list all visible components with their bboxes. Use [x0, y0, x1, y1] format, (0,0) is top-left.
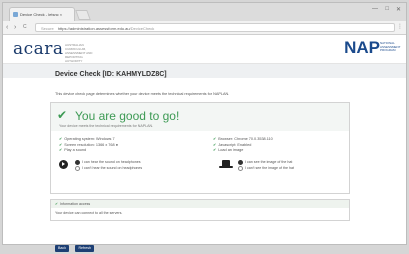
radio-unselected[interactable] [75, 165, 80, 171]
tab-strip: Device Check - letsnc × — □ ✕ [3, 3, 406, 21]
result-subtitle: Your device meets the technical requirem… [59, 124, 154, 128]
info-icon[interactable]: ● [116, 143, 118, 147]
check-icon: ✔ [213, 148, 217, 153]
browser-tab[interactable]: Device Check - letsnc × [9, 7, 75, 21]
site-header: acara AUSTRALIAN CURRICULUM, ASSESSMENT … [3, 35, 406, 64]
page-title: Device Check [ID: KAHMYLDZ8C] [55, 71, 167, 78]
check-image: ✔ Load an image [213, 148, 244, 153]
tab-title: Device Check - letsnc × [20, 12, 63, 17]
check-icon: ✔ [213, 137, 217, 141]
url-host: https://administration.assessform.edu.au [57, 26, 130, 31]
intro-text: This device check page determines whethe… [55, 92, 230, 96]
check-icon: ✔ [59, 137, 63, 141]
browser-toolbar: ‹ › C Secure https://administration.asse… [3, 21, 406, 35]
back-button[interactable]: Back [55, 245, 69, 252]
acara-tagline: AUSTRALIAN CURRICULUM, ASSESSMENT AND RE… [65, 43, 93, 63]
url-path: /DeviceCheck [129, 26, 155, 31]
check-icon: ✔ [59, 142, 63, 147]
nap-tagline: NATIONAL ASSESSMENT PROGRAM [380, 41, 401, 53]
result-title: You are good to go! [75, 109, 180, 123]
checks-right: ✔ Browser: Chrome 70.0.3538.110 ✔ Javascri… [213, 137, 273, 154]
radio-selected[interactable] [75, 159, 80, 165]
device-check-panel: ✔ You are good to go! Your device meets … [50, 102, 350, 194]
secure-label: Secure [41, 26, 54, 31]
checks-left: ✔ Operating system: Windows 7 ✔ Screen res… [59, 137, 118, 154]
refresh-button[interactable]: Refresh [75, 245, 95, 252]
new-tab-button[interactable] [75, 10, 91, 20]
hat-image-icon [219, 160, 233, 169]
address-bar[interactable]: Secure https://administration.assessform… [35, 23, 395, 32]
server-check-heading: ✔ Information access [51, 200, 349, 208]
play-sound-icon[interactable] [59, 160, 68, 169]
nap-logo[interactable]: NAP [344, 38, 380, 58]
check-icon: ✔ [55, 202, 59, 206]
image-no-option[interactable]: I can't see the image of the hat [238, 165, 294, 171]
server-check-panel: ✔ Information access Your device can conn… [50, 199, 350, 221]
reload-icon[interactable]: C [23, 23, 27, 32]
radio-unselected[interactable] [238, 165, 243, 171]
check-icon: ✔ [57, 108, 68, 122]
sound-no-option[interactable]: I can't hear the sound on headphones [75, 165, 142, 171]
server-check-body: Your device can connect to all the serve… [55, 211, 123, 215]
check-icon: ✔ [213, 142, 217, 147]
image-options: I can see the image of the hat I can't s… [238, 159, 294, 172]
favicon-icon [13, 12, 18, 17]
radio-selected[interactable] [238, 159, 243, 165]
acara-logo[interactable]: acara [13, 39, 64, 59]
sound-options: I can hear the sound on headphones I can… [75, 159, 142, 172]
check-sound: ✔ Play a sound [59, 148, 87, 153]
check-icon: ✔ [59, 148, 63, 153]
browser-menu-icon[interactable]: ⋮ [397, 23, 403, 32]
back-icon[interactable]: ‹ [6, 23, 8, 32]
action-buttons: Back Refresh [55, 236, 96, 254]
maximize-icon[interactable]: □ [385, 6, 389, 12]
close-window-icon[interactable]: ✕ [396, 6, 401, 13]
minimize-icon[interactable]: — [372, 6, 378, 12]
forward-icon[interactable]: › [14, 23, 16, 32]
result-banner: ✔ You are good to go! Your device meets … [51, 103, 349, 131]
